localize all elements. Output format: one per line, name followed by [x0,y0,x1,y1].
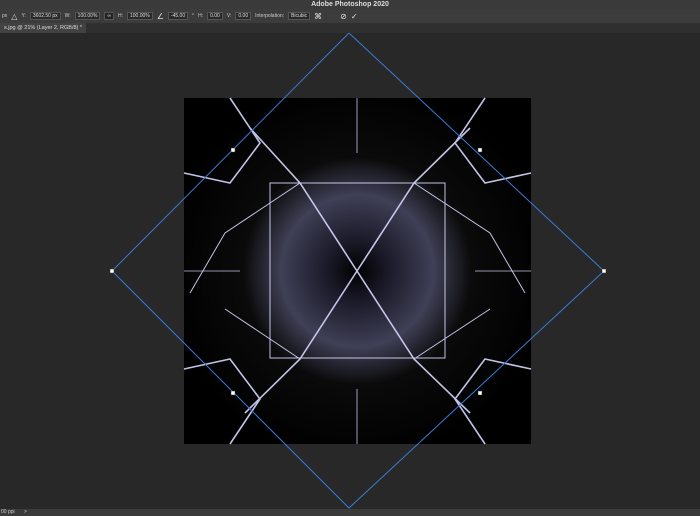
document-tab[interactable]: s.jpg @ 21% (Layer 2, RGB/8) * [0,23,87,33]
document-tabs: s.jpg @ 21% (Layer 2, RGB/8) * [0,23,700,33]
handle-bottom-left[interactable] [230,390,236,396]
handle-top-left[interactable] [230,147,236,153]
options-bar: px △ Y: 3602.50 px W: 100.00% ∞ H: 100.0… [0,9,700,23]
canvas[interactable] [0,33,700,509]
w-label: W: [64,13,71,19]
link-icon[interactable]: ∞ [104,12,114,20]
width-field[interactable]: 100.00% [74,12,101,20]
status-text: 00 ppi [1,509,15,515]
interpolation-select[interactable]: Bicubic [288,12,311,20]
angle-unit: ° [192,13,195,19]
window-title: Adobe Photoshop 2020 [0,0,700,9]
y-label: Y: [21,13,26,19]
h-label: H: [118,13,123,19]
delta-icon[interactable]: △ [11,12,17,21]
cancel-icon[interactable]: ⊘ [340,12,347,21]
status-bar: 00 ppi > [0,509,700,516]
handle-bottom-right[interactable] [477,390,483,396]
vskew-field[interactable]: 0.00 [235,12,252,20]
commit-check-icon[interactable]: ✓ [351,12,358,21]
warp-icon[interactable]: ⌘ [314,12,322,21]
y-field[interactable]: 3602.50 px [29,12,61,20]
status-arrow[interactable]: > [24,509,27,515]
handle-left[interactable] [109,268,115,274]
handle-right[interactable] [601,268,607,274]
hskew-label: H: [198,13,204,19]
angle-icon: ∠ [156,11,164,21]
interpolation-label: Interpolation: [255,13,285,19]
x-unit: px [2,13,8,19]
handle-top-right[interactable] [477,147,483,153]
angle-field[interactable]: -45.00 [167,12,189,20]
vskew-label: V: [226,13,232,19]
height-field[interactable]: 100.00% [127,12,153,20]
hskew-field[interactable]: 0.00 [207,12,223,20]
